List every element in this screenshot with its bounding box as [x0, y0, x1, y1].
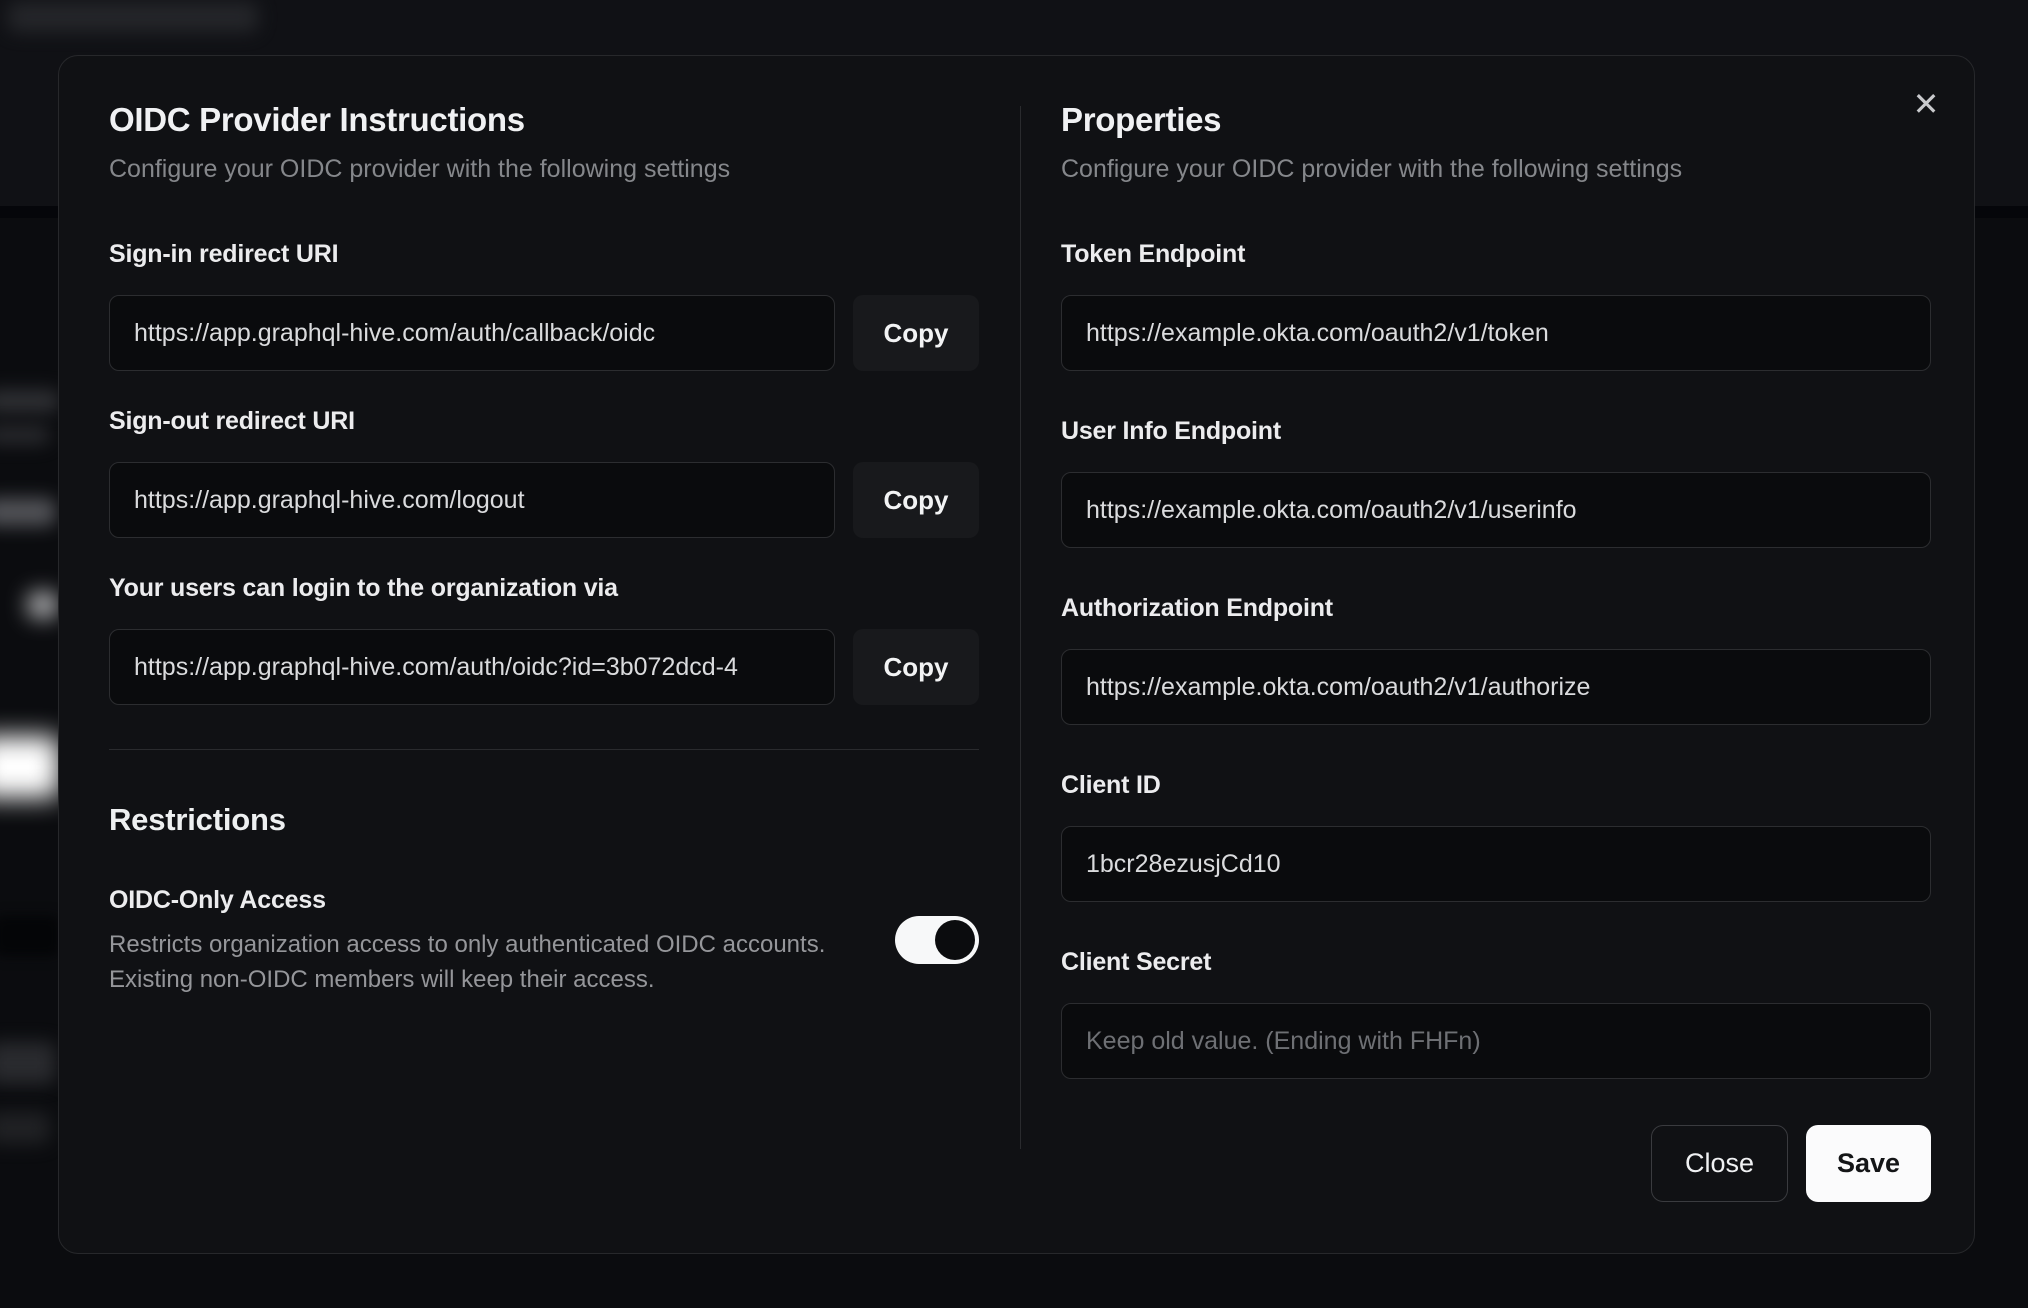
oidc-only-access-text: OIDC-Only Access Restricts organization … — [109, 886, 825, 997]
client-secret-input[interactable] — [1061, 1003, 1931, 1079]
copy-sign-out-uri-button[interactable]: Copy — [853, 462, 979, 538]
horizontal-divider — [109, 749, 979, 750]
properties-panel: Properties Configure your OIDC provider … — [1061, 101, 1931, 1202]
token-endpoint-input[interactable] — [1061, 295, 1931, 371]
copy-login-url-button[interactable]: Copy — [853, 629, 979, 705]
organization-login-input[interactable] — [109, 629, 835, 705]
sign-in-redirect-input[interactable] — [109, 295, 835, 371]
instructions-panel: OIDC Provider Instructions Configure you… — [109, 101, 979, 997]
background-blur-artifact — [0, 426, 50, 444]
properties-title: Properties — [1061, 101, 1222, 138]
restrictions-title: Restrictions — [109, 802, 286, 837]
client-id-label: Client ID — [1061, 771, 1161, 799]
description-line-1: Restricts organization access to only au… — [109, 931, 826, 958]
organization-login-label: Your users can login to the organization… — [109, 574, 618, 602]
background-blur-artifact — [0, 498, 56, 526]
dialog-actions: Close Save — [1061, 1125, 1931, 1202]
oidc-only-access-label: OIDC-Only Access — [109, 886, 326, 914]
client-secret-field: Client Secret — [1061, 948, 1931, 1079]
background-blur-artifact — [0, 390, 60, 412]
sign-in-redirect-label: Sign-in redirect URI — [109, 240, 339, 268]
client-secret-label: Client Secret — [1061, 948, 1212, 976]
authorization-endpoint-label: Authorization Endpoint — [1061, 594, 1333, 622]
organization-login-field: Your users can login to the organization… — [109, 574, 979, 705]
user-info-endpoint-input[interactable] — [1061, 472, 1931, 548]
background-blur-highlight — [0, 736, 60, 798]
sign-out-redirect-label: Sign-out redirect URI — [109, 407, 355, 435]
sign-in-redirect-field: Sign-in redirect URI Copy — [109, 240, 979, 371]
properties-subtitle: Configure your OIDC provider with the fo… — [1061, 155, 1683, 183]
background-blur-artifact — [28, 592, 58, 618]
vertical-divider — [1020, 106, 1021, 1149]
authorization-endpoint-input[interactable] — [1061, 649, 1931, 725]
sign-out-redirect-field: Sign-out redirect URI Copy — [109, 407, 979, 538]
oidc-only-access-toggle[interactable] — [895, 916, 979, 964]
authorization-endpoint-field: Authorization Endpoint — [1061, 594, 1931, 725]
sign-out-redirect-input[interactable] — [109, 462, 835, 538]
background-blur-artifact — [0, 916, 60, 956]
background-blur-artifact — [0, 1112, 50, 1144]
user-info-endpoint-label: User Info Endpoint — [1061, 417, 1281, 445]
user-info-endpoint-field: User Info Endpoint — [1061, 417, 1931, 548]
client-id-input[interactable] — [1061, 826, 1931, 902]
description-line-2: Existing non-OIDC members will keep thei… — [109, 966, 655, 993]
token-endpoint-label: Token Endpoint — [1061, 240, 1246, 268]
instructions-title: OIDC Provider Instructions — [109, 101, 525, 138]
close-button[interactable]: Close — [1651, 1125, 1788, 1202]
instructions-subtitle: Configure your OIDC provider with the fo… — [109, 155, 731, 183]
toggle-thumb-icon — [935, 920, 975, 960]
oidc-only-access-row: OIDC-Only Access Restricts organization … — [109, 886, 979, 997]
client-id-field: Client ID — [1061, 771, 1931, 902]
background-blur-artifact — [0, 1042, 56, 1084]
token-endpoint-field: Token Endpoint — [1061, 240, 1931, 371]
oidc-only-access-description: Restricts organization access to only au… — [109, 927, 825, 997]
background-blur-logo — [8, 2, 258, 32]
save-button[interactable]: Save — [1806, 1125, 1931, 1202]
oidc-settings-dialog: ✕ OIDC Provider Instructions Configure y… — [58, 55, 1975, 1254]
copy-sign-in-uri-button[interactable]: Copy — [853, 295, 979, 371]
